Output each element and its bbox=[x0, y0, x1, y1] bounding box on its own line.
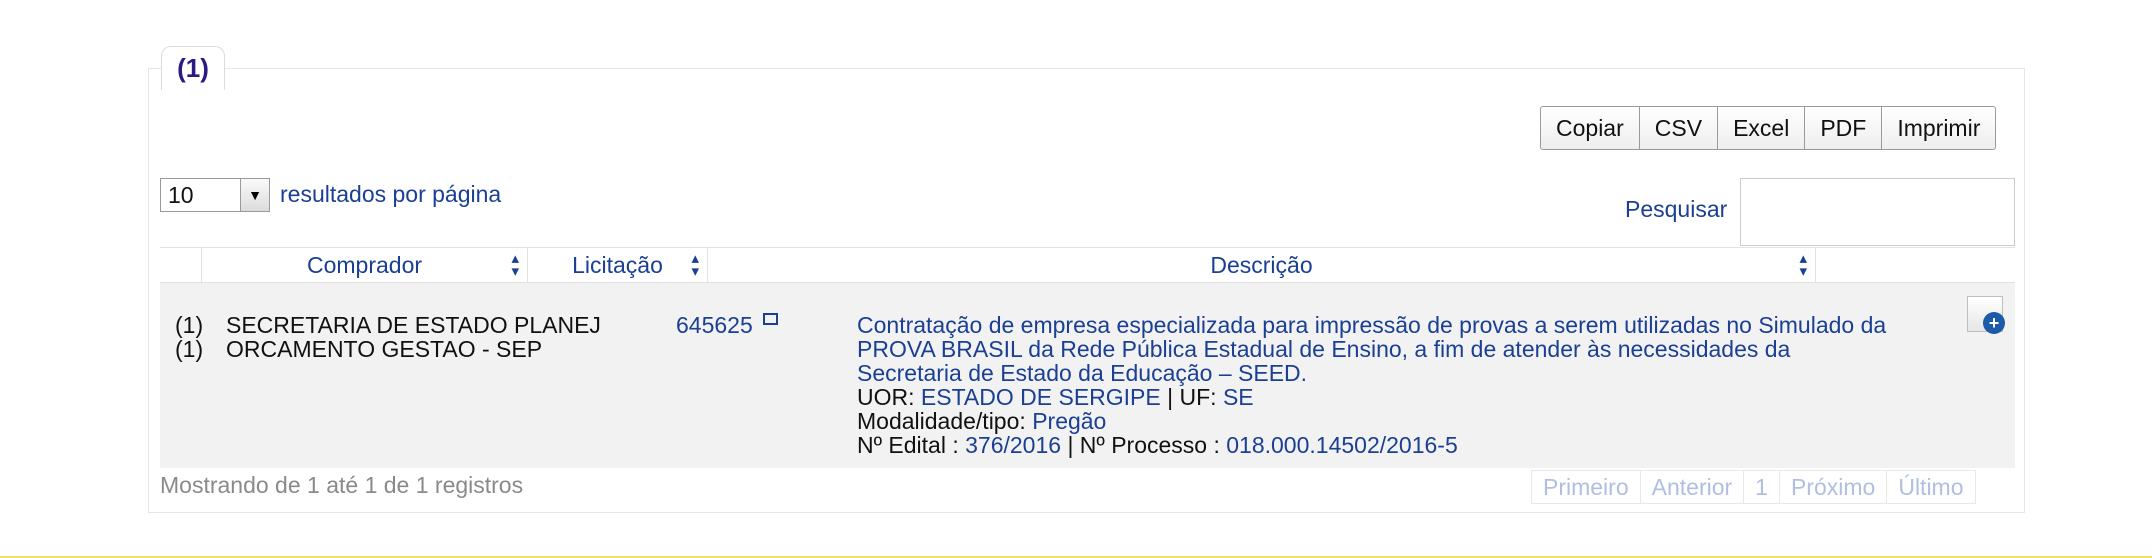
header-actions bbox=[1815, 248, 2015, 282]
uf-label: | UF: bbox=[1167, 384, 1217, 410]
last-page-button[interactable]: Último bbox=[1887, 470, 1976, 504]
dropdown-arrow-icon[interactable]: ▼ bbox=[240, 179, 269, 211]
page-length-value: 10 bbox=[168, 182, 194, 208]
sort-icon[interactable]: ▴ ▾ bbox=[511, 251, 519, 279]
page-length-select[interactable]: 10 ▼ bbox=[160, 178, 270, 212]
licitacao-link[interactable]: 645625 bbox=[676, 312, 753, 338]
sort-icon[interactable]: ▴ ▾ bbox=[1799, 251, 1807, 279]
page-1-button[interactable]: 1 bbox=[1744, 470, 1780, 504]
first-page-button[interactable]: Primeiro bbox=[1531, 470, 1641, 504]
licitacao-cell: 645625 bbox=[676, 313, 778, 337]
comprador-line: SECRETARIA DE ESTADO PLANEJ bbox=[226, 312, 601, 338]
header-descricao[interactable]: Descrição ▴ ▾ bbox=[707, 248, 1815, 282]
search-label: Pesquisar bbox=[1625, 196, 1728, 222]
uor-label: UOR: bbox=[857, 384, 915, 410]
descricao-link-line[interactable]: PROVA BRASIL da Rede Pública Estadual de… bbox=[857, 337, 1886, 361]
plus-circle-icon: + bbox=[1983, 312, 2005, 334]
modalidade-link[interactable]: Pregão bbox=[1032, 408, 1106, 434]
table-info: Mostrando de 1 até 1 de 1 registros bbox=[160, 472, 524, 498]
csv-button[interactable]: CSV bbox=[1639, 106, 1719, 150]
descricao-link-line[interactable]: Contratação de empresa especializada par… bbox=[857, 313, 1886, 337]
previous-page-button[interactable]: Anterior bbox=[1640, 470, 1745, 504]
next-page-button[interactable]: Próximo bbox=[1779, 470, 1888, 504]
pdf-button[interactable]: PDF bbox=[1805, 106, 1883, 150]
descricao-link-line[interactable]: Secretaria de Estado da Educação – SEED. bbox=[857, 361, 1886, 385]
copy-button[interactable]: Copiar bbox=[1540, 106, 1640, 150]
header-comprador-label: Comprador bbox=[306, 251, 423, 278]
export-buttons: Copiar CSV Excel PDF Imprimir bbox=[1540, 106, 1997, 150]
results-tab[interactable]: (1) bbox=[161, 46, 225, 90]
edital-line: Nº Edital : 376/2016 | Nº Processo : 018… bbox=[857, 433, 1886, 457]
row-index-line: (1) bbox=[175, 312, 204, 338]
search-input[interactable] bbox=[1740, 178, 2015, 246]
uor-line: UOR: ESTADO DE SERGIPE | UF: SE bbox=[857, 385, 1886, 409]
pagination: Primeiro Anterior 1 Próximo Último bbox=[1531, 470, 1976, 504]
comprador-line: ORCAMENTO GESTAO - SEP bbox=[226, 336, 543, 362]
header-index bbox=[160, 248, 201, 282]
external-link-icon[interactable] bbox=[762, 313, 778, 325]
print-button[interactable]: Imprimir bbox=[1882, 106, 1997, 150]
modalidade-line: Modalidade/tipo: Pregão bbox=[857, 409, 1886, 433]
header-licitacao[interactable]: Licitação ▴ ▾ bbox=[527, 248, 707, 282]
modalidade-label: Modalidade/tipo: bbox=[857, 408, 1026, 434]
header-comprador[interactable]: Comprador ▴ ▾ bbox=[201, 248, 527, 282]
processo-label: | Nº Processo : bbox=[1067, 432, 1220, 458]
descricao-cell: Contratação de empresa especializada par… bbox=[857, 313, 1886, 457]
uor-link[interactable]: ESTADO DE SERGIPE bbox=[921, 384, 1161, 410]
uf-link[interactable]: SE bbox=[1223, 384, 1254, 410]
header-descricao-label: Descrição bbox=[1210, 251, 1313, 278]
edital-label: Nº Edital : bbox=[857, 432, 959, 458]
table-row: (1) (1) SECRETARIA DE ESTADO PLANEJ ORCA… bbox=[160, 283, 2015, 468]
table-header: Comprador ▴ ▾ Licitação ▴ ▾ Descrição ▴ ▾ bbox=[160, 247, 2015, 283]
row-index: (1) (1) bbox=[175, 313, 203, 361]
processo-link[interactable]: 018.000.14502/2016-5 bbox=[1226, 432, 1458, 458]
comprador-cell: SECRETARIA DE ESTADO PLANEJ ORCAMENTO GE… bbox=[226, 313, 601, 361]
sort-icon[interactable]: ▴ ▾ bbox=[691, 251, 699, 279]
expand-details-button[interactable]: + bbox=[1967, 296, 2005, 334]
row-index-line: (1) bbox=[175, 336, 204, 362]
header-licitacao-label: Licitação bbox=[572, 251, 663, 278]
page-length-label: resultados por página bbox=[280, 181, 502, 207]
edital-link[interactable]: 376/2016 bbox=[965, 432, 1061, 458]
excel-button[interactable]: Excel bbox=[1718, 106, 1806, 150]
